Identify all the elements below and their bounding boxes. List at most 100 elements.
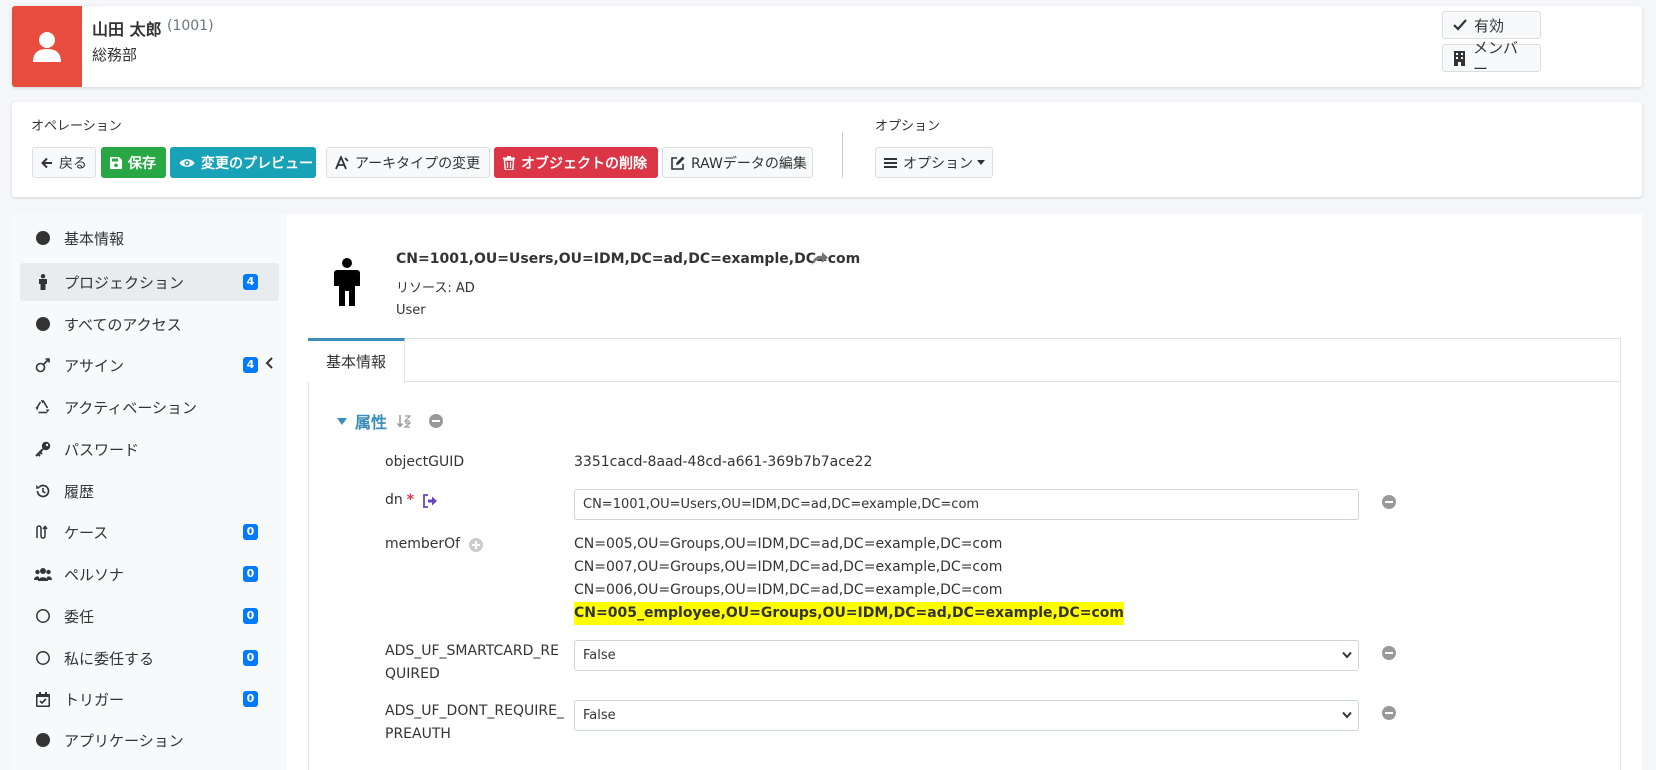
preauth-label-line1: ADS_UF_DONT_REQUIRE_ (385, 703, 564, 719)
required-mark: * (406, 492, 415, 508)
preauth-select[interactable]: False (574, 700, 1359, 731)
person-icon (34, 274, 52, 290)
trash-icon (503, 155, 515, 170)
attributes-section-header[interactable]: 属性 (337, 409, 444, 433)
avatar (12, 6, 82, 87)
delegated-to-me-count-badge: 0 (243, 650, 258, 666)
user-department: 総務部 (92, 46, 138, 64)
save-icon (110, 156, 122, 169)
options-dropdown-button[interactable]: オプション (875, 147, 993, 178)
assignments-count-badge: 4 (243, 357, 258, 373)
member-label: メンバー (1473, 39, 1519, 78)
sidebar-item-delegated-to-me[interactable]: 私に委任する 0 (20, 639, 279, 677)
sidebar-item-personas[interactable]: ペルソナ 0 (20, 555, 279, 593)
divider (842, 132, 843, 178)
delegations-count-badge: 0 (243, 608, 258, 624)
tab-panel: 基本情報 属性 objectGUID 3351cacd-8aad-48cd-a6… (308, 338, 1621, 770)
circle-icon (34, 317, 52, 331)
sort-icon[interactable] (397, 414, 412, 428)
memberof-value-highlighted: CN=005_employee,OU=Groups,OU=IDM,DC=ad,D… (574, 602, 1124, 625)
circle-icon (34, 231, 52, 245)
remove-icon[interactable] (1382, 706, 1396, 720)
enabled-label: 有効 (1474, 16, 1505, 35)
projection-resource: リソース: AD (396, 281, 475, 296)
memberof-value: CN=005,OU=Groups,OU=IDM,DC=ad,DC=example… (574, 536, 1003, 552)
smartcard-select[interactable]: False (574, 640, 1359, 671)
user-name: 山田 太郎 (92, 20, 162, 39)
history-icon (34, 483, 52, 499)
preview-changes-button[interactable]: 変更のプレビュー (170, 147, 316, 178)
sidebar-item-applications[interactable]: アプリケーション (20, 721, 279, 759)
assignment-icon (34, 357, 52, 373)
smartcard-label-line1: ADS_UF_SMARTCARD_RE (385, 643, 559, 659)
sidebar-item-assignments[interactable]: アサイン 4 (20, 346, 279, 384)
projections-count-badge: 4 (243, 274, 258, 290)
options-label: オプション (875, 119, 941, 134)
edit-raw-button[interactable]: RAWデータの編集 (662, 147, 813, 178)
main-panel: CN=1001,OU=Users,OU=IDM,DC=ad,DC=example… (287, 214, 1642, 770)
arrow-left-icon (41, 157, 53, 169)
key-icon (34, 441, 52, 457)
sidebar-item-basic-info[interactable]: 基本情報 (20, 219, 279, 257)
projection-kind: User (396, 303, 426, 318)
remove-icon[interactable] (429, 414, 444, 428)
save-button[interactable]: 保存 (101, 147, 166, 178)
personas-count-badge: 0 (243, 566, 258, 582)
back-button[interactable]: 戻る (32, 147, 96, 178)
smartcard-selected-value: False (583, 648, 616, 663)
tab-basic-info[interactable]: 基本情報 (308, 338, 405, 382)
member-button[interactable]: メンバー (1442, 39, 1541, 78)
chevron-left-icon[interactable] (265, 357, 273, 369)
delete-object-button[interactable]: オブジェクトの削除 (494, 147, 658, 178)
projection-dn: CN=1001,OU=Users,OU=IDM,DC=ad,DC=example… (396, 251, 861, 267)
sign-out-icon[interactable] (422, 493, 438, 508)
user-icon (32, 31, 62, 63)
check-icon (1453, 19, 1467, 31)
dn-label-group: dn * (385, 489, 438, 512)
smartcard-label-line2: QUIRED (385, 666, 440, 682)
attributes-title: 属性 (355, 413, 388, 432)
triggers-count-badge: 0 (243, 691, 258, 707)
bars-icon (884, 157, 897, 169)
building-icon (1453, 50, 1466, 66)
sidebar: 基本情報 プロジェクション 4 すべてのアクセス アサイン 4 アクティベーショ… (12, 214, 287, 770)
cases-count-badge: 0 (243, 524, 258, 540)
memberof-value: CN=006,OU=Groups,OU=IDM,DC=ad,DC=example… (574, 582, 1003, 598)
dn-input[interactable]: CN=1001,OU=Users,OU=IDM,DC=ad,DC=example… (574, 489, 1359, 520)
sidebar-item-triggers[interactable]: トリガー 0 (20, 680, 279, 718)
preauth-selected-value: False (583, 708, 616, 723)
sidebar-item-activation[interactable]: アクティベーション (20, 388, 279, 426)
enabled-button[interactable]: 有効 (1442, 11, 1541, 39)
chevron-down-icon (1342, 711, 1352, 719)
chevron-down-icon (1342, 651, 1352, 659)
sidebar-item-projections[interactable]: プロジェクション 4 (20, 263, 279, 301)
sidebar-item-password[interactable]: パスワード (20, 430, 279, 468)
calendar-check-icon (34, 691, 52, 707)
recycle-icon (34, 399, 52, 415)
users-icon (34, 567, 52, 581)
share-icon[interactable] (812, 252, 828, 266)
dn-label: dn (385, 492, 403, 508)
circle-outline-icon (34, 609, 52, 623)
case-icon (34, 524, 52, 540)
archetype-icon (335, 155, 349, 170)
memberof-label-group: memberOf (385, 533, 484, 556)
add-icon[interactable] (469, 537, 484, 552)
sidebar-item-delegations[interactable]: 委任 0 (20, 597, 279, 635)
change-archetype-button[interactable]: アーキタイプの変更 (326, 147, 490, 178)
circle-outline-icon (34, 651, 52, 665)
user-id: (1001) (167, 18, 214, 34)
edit-icon (671, 156, 685, 170)
sidebar-item-cases[interactable]: ケース 0 (20, 513, 279, 551)
person-icon (332, 258, 362, 306)
user-header: 山田 太郎 (1001) 総務部 有効 メンバー (12, 6, 1642, 87)
tabs-divider (405, 381, 1621, 382)
caret-down-icon[interactable] (337, 417, 347, 425)
memberof-label: memberOf (385, 536, 461, 552)
sidebar-item-history[interactable]: 履歴 (20, 472, 279, 510)
objectguid-value: 3351cacd-8aad-48cd-a661-369b7b7ace22 (574, 454, 873, 470)
sidebar-item-all-access[interactable]: すべてのアクセス (20, 305, 279, 343)
remove-icon[interactable] (1382, 646, 1396, 660)
eye-icon (179, 157, 195, 169)
remove-icon[interactable] (1382, 495, 1396, 509)
